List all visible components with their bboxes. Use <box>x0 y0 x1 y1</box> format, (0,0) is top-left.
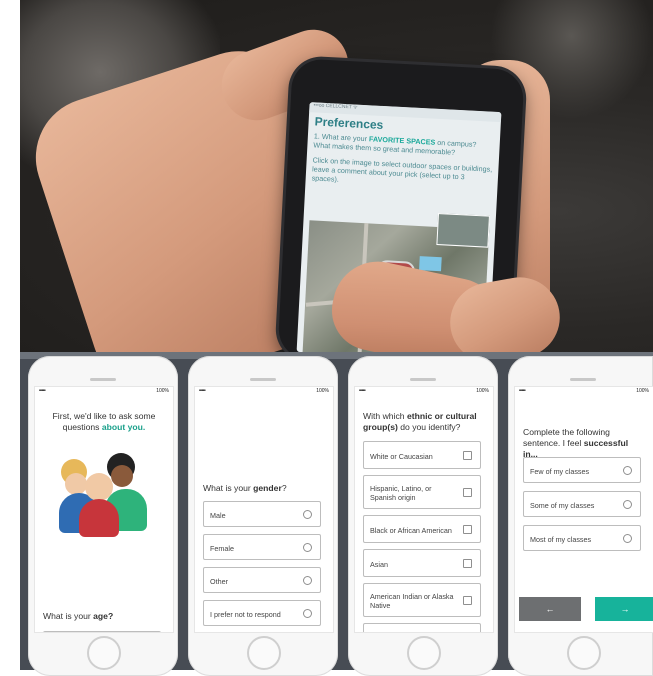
gender-question: What is your gender? <box>203 483 287 493</box>
gender-option[interactable]: Other <box>203 567 321 593</box>
speaker <box>90 378 116 381</box>
radio-icon <box>303 609 312 618</box>
ethnicity-option-partial[interactable] <box>363 623 481 632</box>
phone-mockup-success: ••••• 100% Complete the following sentenc… <box>508 356 653 676</box>
hand-holding-phone-photo: •••oo CELLCNET ᯤ Preferences 1. What are… <box>20 0 653 352</box>
checkbox-icon <box>463 596 472 605</box>
radio-icon <box>623 466 632 475</box>
instruction-text: Click on the image to select outdoor spa… <box>311 155 493 184</box>
age-question: What is your age? <box>43 611 114 621</box>
next-button[interactable]: → <box>595 597 653 621</box>
speaker <box>410 378 436 381</box>
home-button[interactable] <box>407 636 441 670</box>
photo-thumbnail[interactable] <box>436 213 490 248</box>
survey-screen-intro: ••••• 100% First, we'd like to ask some q… <box>34 386 174 633</box>
radio-icon <box>303 543 312 552</box>
checkbox-icon <box>463 525 472 534</box>
gender-option[interactable]: Male <box>203 501 321 527</box>
ethnicity-option[interactable]: Hispanic, Latino, or Spanish origin <box>363 475 481 509</box>
success-prompt: Complete the following sentence. I feel … <box>523 427 629 459</box>
phone-mockup-intro: ••••• 100% First, we'd like to ask some q… <box>28 356 178 676</box>
age-input[interactable]: 0-18 <box>43 631 161 632</box>
status-bar: ••••• 100% <box>39 388 169 394</box>
gender-option[interactable]: Female <box>203 534 321 560</box>
home-button[interactable] <box>87 636 121 670</box>
survey-screen-gender: ••••• 100% What is your gender? Male Fema… <box>194 386 334 633</box>
status-bar: ••••• 100% <box>359 388 489 394</box>
checkbox-icon <box>463 488 472 497</box>
back-button[interactable]: ← <box>519 597 581 621</box>
pool[interactable] <box>419 256 442 272</box>
success-option[interactable]: Few of my classes <box>523 457 641 483</box>
status-bar: ••••• 100% <box>519 388 649 394</box>
survey-screen-ethnicity: ••••• 100% With which ethnic or cultural … <box>354 386 494 633</box>
ethnicity-question: With which ethnic or cultural group(s) d… <box>363 411 477 432</box>
survey-mockups-panel: ••••• 100% First, we'd like to ask some q… <box>20 352 653 676</box>
people-illustration <box>59 449 151 539</box>
ethnicity-option[interactable]: American Indian or Alaska Native <box>363 583 481 617</box>
radio-icon <box>303 510 312 519</box>
status-bar: ••••• 100% <box>199 388 329 394</box>
ethnicity-option[interactable]: White or Caucasian <box>363 441 481 469</box>
radio-icon <box>303 576 312 585</box>
phone-mockup-ethnicity: ••••• 100% With which ethnic or cultural … <box>348 356 498 676</box>
intro-text: First, we'd like to ask some questions a… <box>52 411 156 432</box>
home-button[interactable] <box>567 636 601 670</box>
radio-icon <box>623 500 632 509</box>
speaker <box>570 378 596 381</box>
checkbox-icon <box>463 559 472 568</box>
checkbox-icon <box>463 451 472 460</box>
speaker <box>250 378 276 381</box>
radio-icon <box>623 534 632 543</box>
arrow-left-icon: ← <box>545 604 555 614</box>
survey-screen-success: ••••• 100% Complete the following sentenc… <box>514 386 653 633</box>
ethnicity-option[interactable]: Asian <box>363 549 481 577</box>
phone-mockup-gender: ••••• 100% What is your gender? Male Fema… <box>188 356 338 676</box>
ethnicity-option[interactable]: Black or African American <box>363 515 481 543</box>
gender-option[interactable]: I prefer not to respond <box>203 600 321 626</box>
success-option[interactable]: Most of my classes <box>523 525 641 551</box>
home-button[interactable] <box>247 636 281 670</box>
arrow-right-icon: → <box>620 604 630 614</box>
success-option[interactable]: Some of my classes <box>523 491 641 517</box>
